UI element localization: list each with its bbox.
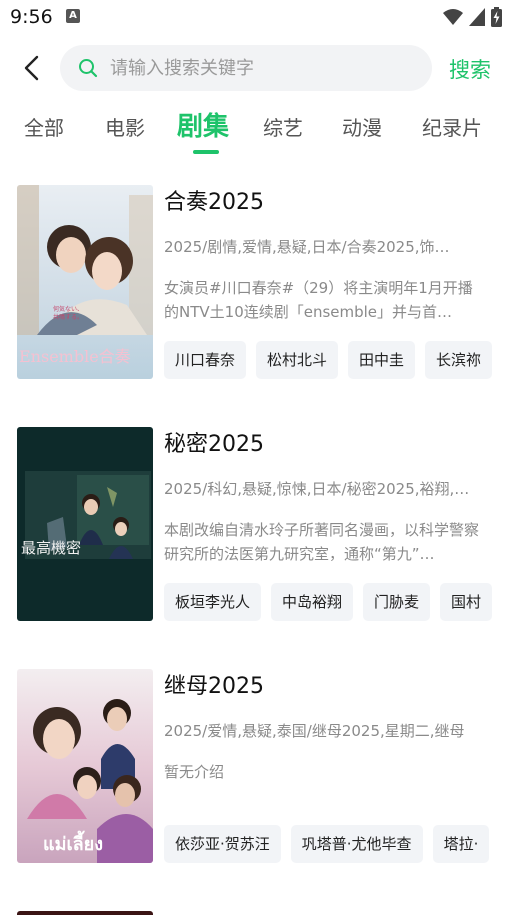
cast-tag[interactable]: 长滨祢 <box>425 341 493 379</box>
card-description: 本剧改编自清水玲子所著同名漫画，以科学警察研究所的法医第九研究室，通称“第九”… <box>164 521 480 563</box>
cast-tag[interactable]: 依莎亚·贺苏汪 <box>164 825 281 863</box>
list-item[interactable]: 何気ない、 共鳴する。 Ensemble合奏 合奏2025 2025/剧情,爱情… <box>0 170 514 380</box>
back-button[interactable] <box>16 52 46 84</box>
poster-image[interactable]: แม่เลี้ยง <box>17 669 153 863</box>
search-button[interactable]: 搜索 <box>449 54 491 84</box>
cast-tags: 依莎亚·贺苏汪 巩塔普·尤他毕查 塔拉· <box>164 825 496 863</box>
battery-charging-icon <box>491 7 502 27</box>
card-meta: 2025/科幻,悬疑,惊悚,日本/秘密2025,裕翔,… <box>164 480 470 498</box>
tab-movies[interactable]: 电影 <box>105 112 145 141</box>
cast-tags: 川口春奈 松村北斗 田中圭 长滨祢 <box>164 341 496 379</box>
tab-variety[interactable]: 综艺 <box>263 112 303 141</box>
search-icon <box>79 59 98 78</box>
search-box[interactable] <box>60 45 432 91</box>
poster-title-text: Ensemble合奏 <box>19 347 131 366</box>
list-item[interactable]: แม่เลี้ยง 继母2025 2025/爱情,悬疑,泰国/继母2025,星期… <box>0 654 514 864</box>
card-meta: 2025/爱情,悬疑,泰国/继母2025,星期二,继母 <box>164 722 465 740</box>
category-tabs: 全部 电影 剧集 综艺 动漫 纪录片 <box>0 106 514 156</box>
svg-text:共鳴する。: 共鳴する。 <box>53 313 83 321</box>
cast-tag[interactable]: 田中圭 <box>348 341 416 379</box>
search-input[interactable] <box>110 57 400 79</box>
cell-signal-icon <box>469 8 485 26</box>
card-description: 女演员#川口春奈#（29）将主演明年1月开播的NTV土10连续剧「ensembl… <box>164 279 473 321</box>
poster-image[interactable]: 何気ない、 共鳴する。 Ensemble合奏 <box>17 185 153 379</box>
next-poster-partial[interactable] <box>17 911 153 915</box>
card-description: 暂无介绍 <box>164 763 225 781</box>
chevron-left-icon <box>24 55 39 81</box>
cast-tag[interactable]: 中岛裕翔 <box>271 583 354 621</box>
cast-tags: 板垣李光人 中岛裕翔 门胁麦 国村 <box>164 583 496 621</box>
active-tab-indicator <box>193 150 219 154</box>
cast-tag[interactable]: 塔拉· <box>432 825 490 863</box>
poster-image[interactable]: 最高機密 <box>17 427 153 621</box>
cast-tag[interactable]: 巩塔普·尤他毕查 <box>290 825 423 863</box>
card-title: 合奏2025 <box>164 190 264 215</box>
tab-anime[interactable]: 动漫 <box>342 112 382 141</box>
cast-tag[interactable]: 门胁麦 <box>363 583 431 621</box>
cast-tag[interactable]: 川口春奈 <box>164 341 247 379</box>
poster-title-text: 最高機密 <box>21 539 82 557</box>
list-item[interactable]: 最高機密 秘密2025 2025/科幻,悬疑,惊悚,日本/秘密2025,裕翔,…… <box>0 412 514 622</box>
app-notification-icon: A <box>66 9 80 23</box>
tab-documentary[interactable]: 纪录片 <box>422 112 482 141</box>
cast-tag[interactable]: 板垣李光人 <box>164 583 262 621</box>
poster-title-text: แม่เลี้ยง <box>43 834 103 855</box>
wifi-icon <box>443 9 463 25</box>
card-meta: 2025/剧情,爱情,悬疑,日本/合奏2025,饰… <box>164 238 450 256</box>
card-title: 继母2025 <box>164 674 264 699</box>
cast-tag[interactable]: 国村 <box>440 583 493 621</box>
status-time: 9:56 <box>10 6 53 28</box>
tab-all[interactable]: 全部 <box>24 112 64 141</box>
card-title: 秘密2025 <box>164 432 264 457</box>
cast-tag[interactable]: 松村北斗 <box>256 341 339 379</box>
status-indicators <box>443 7 502 27</box>
svg-text:何気ない、: 何気ない、 <box>53 305 83 313</box>
tab-series[interactable]: 剧集 <box>177 106 229 143</box>
search-header: 搜索 <box>0 44 514 92</box>
status-bar: 9:56 A <box>0 0 514 36</box>
